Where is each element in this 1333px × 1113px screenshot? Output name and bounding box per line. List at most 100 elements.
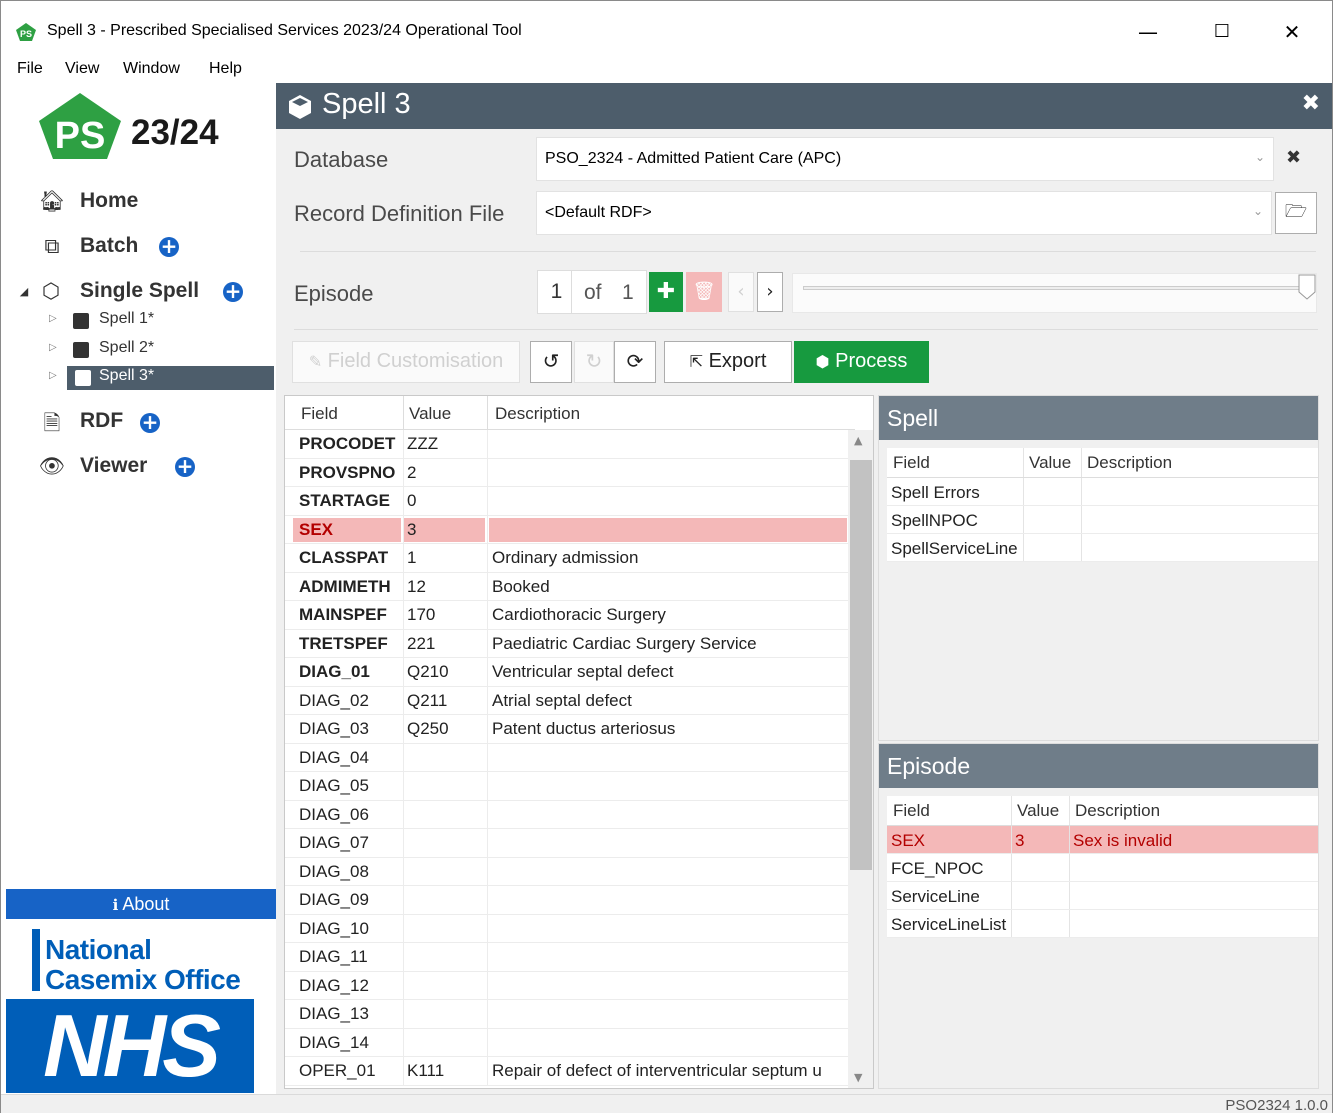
table-row[interactable]: PROVSPNO 2 <box>285 458 855 487</box>
add-spell-button[interactable]: + <box>223 281 243 302</box>
column-header-description[interactable]: Description <box>1075 801 1160 821</box>
add-viewer-button[interactable]: + <box>175 456 195 477</box>
add-batch-button[interactable]: + <box>159 236 179 257</box>
cell-description: Repair of defect of interventricular sep… <box>492 1061 822 1080</box>
tree-item-spell-3-arrow[interactable]: ▷ <box>49 366 63 390</box>
table-row[interactable]: OPER_01 K111 Repair of defect of intervent… <box>285 1057 855 1086</box>
scroll-up-icon[interactable]: ▲ <box>854 434 862 447</box>
cell-field: DIAG_12 <box>299 975 369 995</box>
prev-episode-button[interactable]: ‹ <box>728 272 754 312</box>
column-header-field[interactable]: Field <box>893 453 930 473</box>
scroll-down-icon[interactable]: ▼ <box>854 1071 862 1084</box>
open-folder-icon[interactable]: 🗁 <box>1275 192 1317 234</box>
cell-field: PROCODET <box>299 434 396 453</box>
table-row[interactable]: DIAG_05 <box>285 772 855 801</box>
menu-view[interactable]: View <box>65 60 99 78</box>
table-row[interactable]: SpellServiceLine <box>887 534 1318 562</box>
slider-thumb[interactable] <box>1298 274 1316 300</box>
about-button[interactable]: ℹ About <box>6 889 276 919</box>
table-row[interactable]: DIAG_12 <box>285 971 855 1000</box>
cell-field: MAINSPEF <box>299 605 387 624</box>
table-row[interactable]: DIAG_14 <box>285 1028 855 1057</box>
table-row[interactable]: FCE_NPOC <box>887 854 1318 882</box>
menu-help[interactable]: Help <box>209 60 242 78</box>
cell-field: DIAG_14 <box>299 1032 369 1052</box>
table-row[interactable]: CLASSPAT 1 Ordinary admission <box>285 544 855 573</box>
column-header-field[interactable]: Field <box>301 404 338 424</box>
delete-episode-button[interactable]: 🗑 <box>686 272 722 312</box>
menu-window[interactable]: Window <box>123 60 180 78</box>
tree-item-spell-3[interactable]: Spell 3* <box>67 366 274 390</box>
window-title: Spell 3 - Prescribed Specialised Service… <box>47 22 522 39</box>
redo-button[interactable]: ↻ <box>574 341 614 383</box>
process-button[interactable]: ⬢ Process <box>794 341 929 383</box>
maximize-button[interactable]: ☐ <box>1199 15 1245 49</box>
minimize-button[interactable]: — <box>1125 15 1171 49</box>
column-header-value[interactable]: Value <box>409 404 451 424</box>
rdf-select[interactable]: <Default RDF> ⌄ <box>536 191 1272 235</box>
export-button[interactable]: ⇱ Export <box>664 341 792 383</box>
table-row[interactable]: ServiceLine <box>887 882 1318 910</box>
add-episode-button[interactable]: ✚ <box>649 272 683 312</box>
table-row[interactable]: DIAG_07 <box>285 829 855 858</box>
table-row[interactable]: DIAG_13 <box>285 1000 855 1029</box>
vertical-scrollbar[interactable]: ▲ ▼ <box>848 430 873 1088</box>
table-row[interactable]: DIAG_03 Q250 Patent ductus arteriosus <box>285 715 855 744</box>
cell-value: K111 <box>407 1061 445 1080</box>
table-row[interactable]: ADMIMETH 12 Booked <box>285 572 855 601</box>
table-row[interactable]: MAINSPEF 170 Cardiothoracic Surgery <box>285 601 855 630</box>
table-row[interactable]: DIAG_06 <box>285 800 855 829</box>
column-header-field[interactable]: Field <box>893 801 930 821</box>
cell-field: PROVSPNO <box>299 462 396 482</box>
nav-batch[interactable]: ⧉ Batch <box>36 234 236 264</box>
undo-button[interactable]: ↺ <box>530 341 572 383</box>
table-row[interactable]: Spell Errors <box>887 478 1318 506</box>
table-row[interactable]: DIAG_08 <box>285 857 855 886</box>
table-row[interactable]: DIAG_04 <box>285 743 855 772</box>
table-row[interactable]: DIAG_02 Q211 Atrial septal defect <box>285 686 855 715</box>
cell-field: TRETSPEF <box>299 633 388 653</box>
menu-file[interactable]: File <box>17 60 43 78</box>
episode-table: Field Value Description SEX 3 Sex is invalid F… <box>887 796 1318 938</box>
episode-label: Episode <box>294 281 374 306</box>
episode-current-input[interactable]: 1 <box>542 271 572 313</box>
next-episode-button[interactable]: › <box>757 272 783 312</box>
table-row[interactable]: DIAG_01 Q210 Ventricular septal defect <box>285 658 855 687</box>
episode-slider[interactable] <box>792 273 1317 313</box>
table-row[interactable]: SEX 3 <box>285 515 855 544</box>
cell-value: 12 <box>407 576 426 596</box>
cell-description: Cardiothoracic Surgery <box>492 605 666 624</box>
field-customisation-button[interactable]: ✎ Field Customisation <box>292 341 520 383</box>
nav-rdf[interactable]: 🗎 RDF <box>36 409 236 439</box>
cell-field: DIAG_02 <box>299 690 369 710</box>
nav-home[interactable]: 🏠︎ Home <box>36 189 236 219</box>
nav-viewer[interactable]: 👁︎ Viewer <box>36 454 236 484</box>
table-row[interactable]: DIAG_10 <box>285 914 855 943</box>
table-row[interactable]: STARTAGE 0 <box>285 487 855 516</box>
column-header-description[interactable]: Description <box>495 404 580 424</box>
column-header-description[interactable]: Description <box>1087 453 1172 473</box>
close-button[interactable]: ✕ <box>1269 15 1315 49</box>
table-row[interactable]: PROCODET ZZZ <box>285 430 855 459</box>
undo-icon: ↺ <box>542 349 560 373</box>
table-row[interactable]: TRETSPEF 221 Paediatric Cardiac Surgery Se… <box>285 629 855 658</box>
clear-database-icon[interactable]: ✖ <box>1286 147 1301 168</box>
column-header-value[interactable]: Value <box>1029 453 1071 473</box>
scrollbar-thumb[interactable] <box>850 460 872 870</box>
database-select[interactable]: PSO_2324 - Admitted Patient Care (APC) ⌄ <box>536 137 1274 181</box>
table-row[interactable]: DIAG_11 <box>285 943 855 972</box>
table-row[interactable]: SEX 3 Sex is invalid <box>887 826 1318 854</box>
close-panel-icon[interactable]: ✖ <box>1302 91 1320 116</box>
add-rdf-button[interactable]: + <box>140 412 160 433</box>
refresh-button[interactable]: ⟳ <box>614 341 656 383</box>
collapsed-arrow-icon: ▷ <box>49 342 57 353</box>
table-row[interactable]: DIAG_09 <box>285 886 855 915</box>
cell-field: DIAG_09 <box>299 890 369 909</box>
nav-single-spell[interactable]: ◢ ⬡ Single Spell <box>17 279 257 309</box>
table-row[interactable]: ServiceLineList <box>887 910 1318 938</box>
cell-field: Spell Errors <box>891 483 980 502</box>
table-row[interactable]: SpellNPOC <box>887 506 1318 534</box>
episode-navigator: 1 of 1 <box>537 270 647 314</box>
column-header-value[interactable]: Value <box>1017 801 1059 821</box>
episode-results-panel: Episode Field Value Description SEX 3 Sex is … <box>878 743 1319 1089</box>
